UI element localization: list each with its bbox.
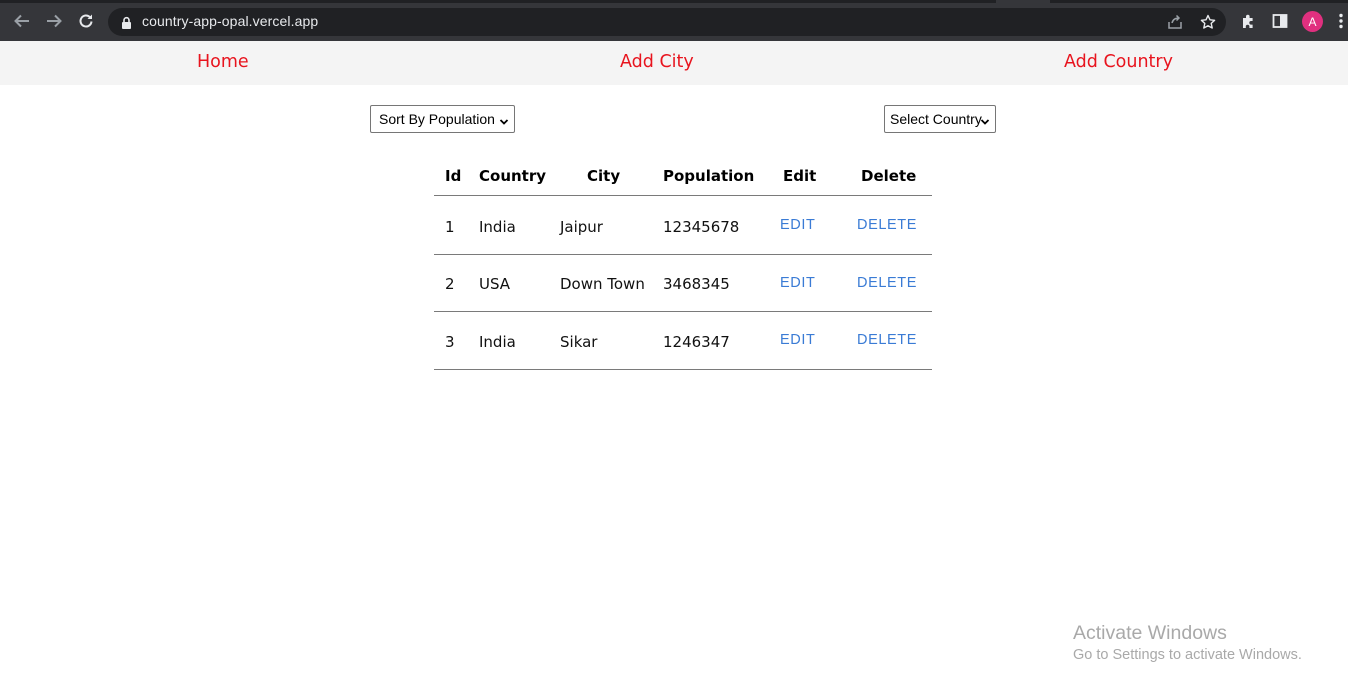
cell-population: 3468345 [663, 275, 730, 293]
chevron-down-icon [499, 114, 509, 130]
address-bar[interactable]: country-app-opal.vercel.app [108, 8, 1226, 36]
header-divider [434, 195, 932, 196]
edit-button[interactable]: EDIT [780, 217, 815, 233]
nav-add-country-link[interactable]: Add Country [1064, 52, 1173, 72]
country-select-value: Select Country [890, 111, 982, 127]
header-delete: Delete [861, 167, 917, 185]
cell-id: 3 [445, 333, 455, 351]
back-arrow-icon[interactable] [9, 8, 35, 34]
header-edit: Edit [783, 167, 817, 185]
more-vert-icon[interactable] [1334, 11, 1348, 31]
tab-strip-edge [0, 0, 996, 3]
cell-country: India [479, 218, 516, 236]
forward-arrow-icon[interactable] [41, 8, 67, 34]
url-text[interactable]: country-app-opal.vercel.app [142, 13, 318, 29]
cell-city: Jaipur [560, 218, 603, 236]
delete-button[interactable]: DELETE [857, 217, 917, 233]
cell-population: 12345678 [663, 218, 740, 236]
tab-strip-edge-right [1050, 0, 1348, 3]
cell-country: USA [479, 275, 511, 293]
activate-windows-title: Activate Windows [1073, 622, 1227, 644]
sort-by-population-select[interactable]: Sort By Population [370, 105, 515, 133]
cell-city: Sikar [560, 333, 598, 351]
header-id: Id [445, 167, 462, 185]
browser-toolbar: country-app-opal.vercel.app A [0, 0, 1348, 41]
cell-population: 1246347 [663, 333, 730, 351]
header-population: Population [663, 167, 755, 185]
delete-button[interactable]: DELETE [857, 275, 917, 291]
sort-select-value: Sort By Population [379, 111, 495, 127]
lock-icon [121, 15, 132, 34]
delete-button[interactable]: DELETE [857, 332, 917, 348]
chevron-down-icon [980, 114, 990, 130]
row-divider [434, 369, 932, 370]
edit-button[interactable]: EDIT [780, 275, 815, 291]
cell-city: Down Town [560, 275, 645, 293]
nav-home-link[interactable]: Home [197, 52, 249, 72]
cell-id: 2 [445, 275, 455, 293]
cell-country: India [479, 333, 516, 351]
side-panel-icon[interactable] [1270, 11, 1290, 31]
extensions-icon[interactable] [1238, 11, 1258, 31]
avatar[interactable]: A [1302, 11, 1323, 32]
select-country-select[interactable]: Select Country [884, 105, 996, 133]
row-divider [434, 311, 932, 312]
activate-windows-subtitle: Go to Settings to activate Windows. [1073, 647, 1302, 663]
star-icon[interactable] [1199, 13, 1217, 31]
app-navbar: Home Add City Add Country [0, 41, 1348, 85]
reload-icon[interactable] [73, 8, 99, 34]
row-divider [434, 254, 932, 255]
share-icon[interactable] [1166, 13, 1184, 31]
header-city: City [587, 167, 621, 185]
nav-add-city-link[interactable]: Add City [620, 52, 694, 72]
edit-button[interactable]: EDIT [780, 332, 815, 348]
cell-id: 1 [445, 218, 455, 236]
header-country: Country [479, 167, 547, 185]
